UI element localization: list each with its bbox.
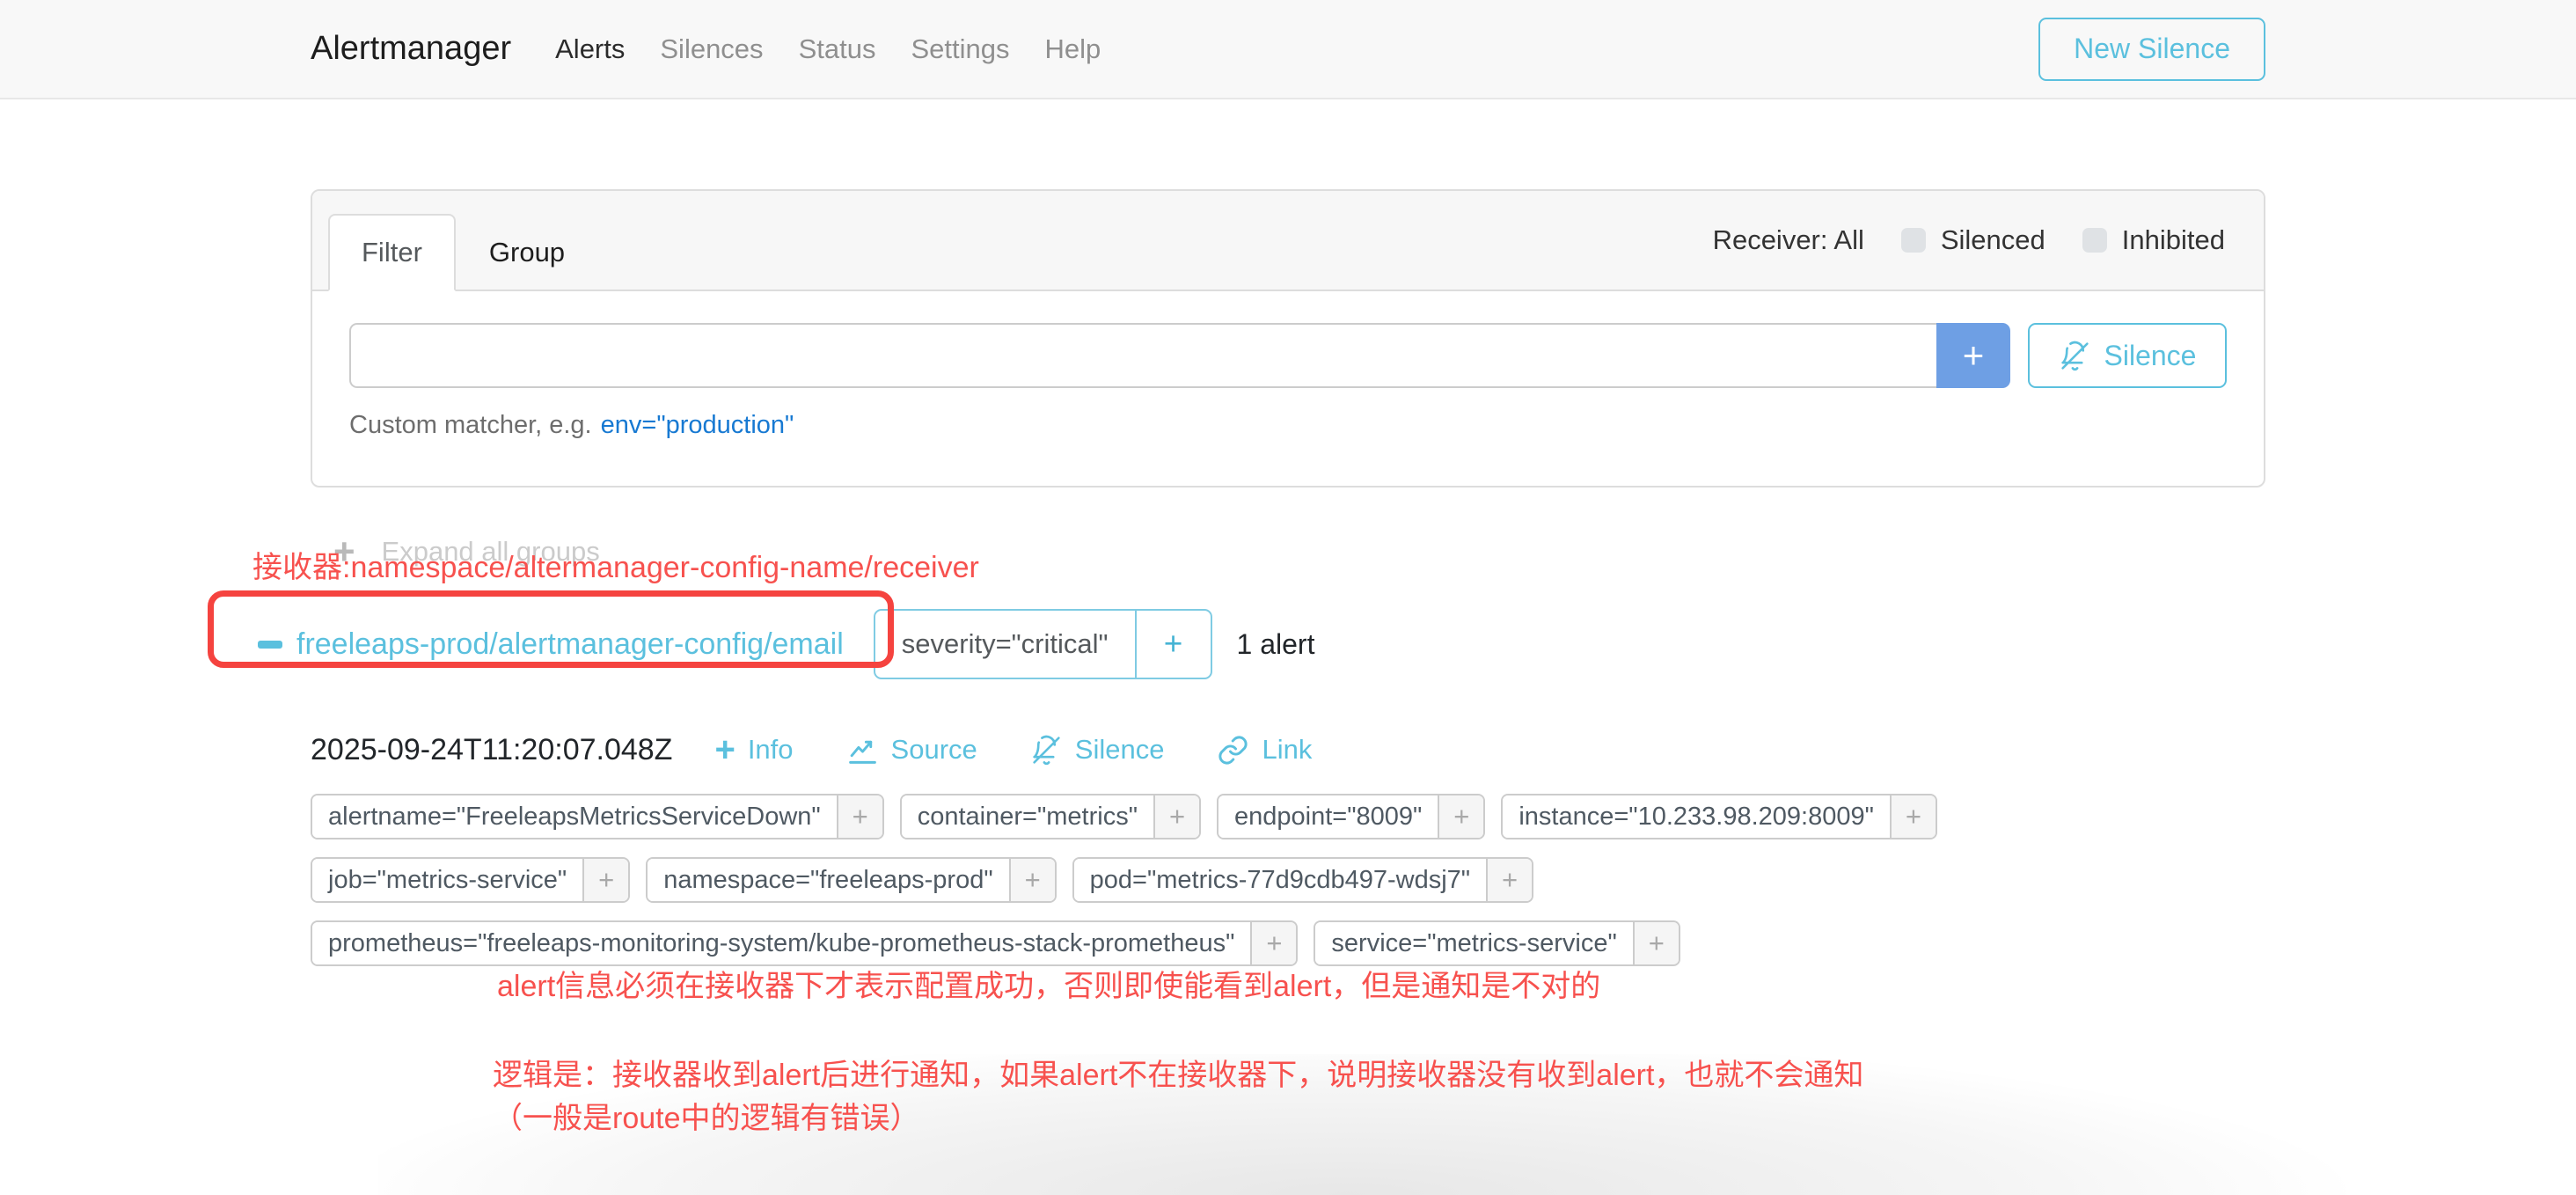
nav-item-status[interactable]: Status bbox=[799, 33, 876, 65]
group-matcher-add-button[interactable]: + bbox=[1135, 611, 1211, 678]
nav-item-alerts[interactable]: Alerts bbox=[555, 33, 625, 65]
inhibited-filter[interactable]: Inhibited bbox=[2082, 224, 2225, 256]
receiver-group-name: freeleaps-prod/alertmanager-config/email bbox=[296, 627, 844, 662]
label-tag-add-button[interactable]: + bbox=[1633, 922, 1679, 964]
new-silence-button[interactable]: New Silence bbox=[2038, 18, 2265, 81]
silenced-label: Silenced bbox=[1941, 224, 2045, 256]
annotation-receiver-note: 接收器:namespace/altermanager-config-name/r… bbox=[252, 543, 979, 586]
alert-link-button[interactable]: Link bbox=[1217, 734, 1312, 766]
label-tag-add-button[interactable]: + bbox=[1486, 859, 1532, 901]
label-tag-add-button[interactable]: + bbox=[1153, 795, 1199, 838]
group-matcher-button[interactable]: severity="critical" bbox=[875, 611, 1135, 678]
label-tag: namespace="freeleaps-prod" + bbox=[646, 857, 1056, 903]
bell-slash-icon bbox=[2059, 340, 2091, 372]
label-tag-button[interactable]: pod="metrics-77d9cdb497-wdsj7" bbox=[1074, 859, 1486, 901]
tab-group[interactable]: Group bbox=[456, 214, 598, 291]
main-nav: Alerts Silences Status Settings Help bbox=[555, 33, 1101, 65]
label-tag-button[interactable]: prometheus="freeleaps-monitoring-system/… bbox=[312, 922, 1250, 964]
nav-item-silences[interactable]: Silences bbox=[660, 33, 763, 65]
annotation-note1: alert信息必须在接收器下才表示配置成功，否则即使能看到alert，但是通知是… bbox=[497, 962, 1600, 1005]
label-tag: alertname="FreeleapsMetricsServiceDown" … bbox=[311, 794, 884, 839]
nav-item-help[interactable]: Help bbox=[1044, 33, 1101, 65]
app-brand[interactable]: Alertmanager bbox=[311, 30, 511, 68]
filter-header-options: Receiver: All Silenced Inhibited bbox=[1713, 224, 2225, 256]
label-tag-button[interactable]: instance="10.233.98.209:8009" bbox=[1503, 795, 1890, 838]
collapse-minus-icon bbox=[258, 641, 282, 649]
label-tag-button[interactable]: endpoint="8009" bbox=[1218, 795, 1438, 838]
matcher-input-group: + bbox=[349, 323, 2010, 388]
label-tag-button[interactable]: service="metrics-service" bbox=[1315, 922, 1632, 964]
label-tag-add-button[interactable]: + bbox=[1250, 922, 1296, 964]
label-tag-button[interactable]: alertname="FreeleapsMetricsServiceDown" bbox=[312, 795, 837, 838]
hint-text: Custom matcher, e.g. bbox=[349, 411, 592, 439]
alert-silence-button[interactable]: Silence bbox=[1030, 734, 1165, 766]
label-tag: instance="10.233.98.209:8009" + bbox=[1501, 794, 1937, 839]
alert-count: 1 alert bbox=[1237, 628, 1315, 661]
bell-slash-icon bbox=[1030, 734, 1063, 766]
alert-actions: + Info Source bbox=[714, 732, 1312, 767]
label-tag: service="metrics-service" + bbox=[1314, 920, 1680, 966]
annotation-note2-line1: 逻辑是：接收器收到alert后进行通知，如果alert不在接收器下，说明接收器没… bbox=[493, 1054, 1863, 1097]
annotation-note2-line2: （一般是route中的逻辑有错误） bbox=[493, 1097, 1863, 1140]
link-icon bbox=[1217, 734, 1249, 766]
alert-info-label: Info bbox=[748, 734, 794, 766]
chart-line-icon bbox=[846, 734, 879, 766]
alert-link-label: Link bbox=[1262, 734, 1312, 766]
filter-panel-body: + Silence Custom matcher, e.g. env="produ… bbox=[312, 291, 2264, 486]
group-matcher-chip: severity="critical" + bbox=[874, 609, 1212, 679]
label-tag: container="metrics" + bbox=[900, 794, 1201, 839]
label-tag-add-button[interactable]: + bbox=[1890, 795, 1936, 838]
label-tag: job="metrics-service" + bbox=[311, 857, 630, 903]
nav-item-settings[interactable]: Settings bbox=[911, 33, 1009, 65]
label-tag-button[interactable]: container="metrics" bbox=[902, 795, 1153, 838]
alert-silence-label: Silence bbox=[1075, 734, 1165, 766]
label-tag: endpoint="8009" + bbox=[1217, 794, 1485, 839]
alert-timestamp: 2025-09-24T11:20:07.048Z bbox=[311, 733, 672, 767]
label-tag: pod="metrics-77d9cdb497-wdsj7" + bbox=[1072, 857, 1533, 903]
label-tag-add-button[interactable]: + bbox=[1009, 859, 1055, 901]
label-tag-add-button[interactable]: + bbox=[837, 795, 882, 838]
receiver-group-toggle[interactable]: freeleaps-prod/alertmanager-config/email bbox=[258, 627, 844, 662]
alert-source-link[interactable]: Source bbox=[846, 734, 977, 766]
label-tag-add-button[interactable]: + bbox=[1438, 795, 1483, 838]
label-tag-button[interactable]: namespace="freeleaps-prod" bbox=[648, 859, 1008, 901]
alert-item: 2025-09-24T11:20:07.048Z + Info Source bbox=[311, 732, 2265, 966]
label-tag-add-button[interactable]: + bbox=[582, 859, 628, 901]
navbar: Alertmanager Alerts Silences Status Sett… bbox=[0, 0, 2576, 99]
alert-labels: alertname="FreeleapsMetricsServiceDown" … bbox=[311, 794, 2265, 966]
hint-example-link[interactable]: env="production" bbox=[601, 411, 794, 439]
custom-matcher-hint: Custom matcher, e.g. env="production" bbox=[349, 411, 2227, 440]
silenced-checkbox[interactable] bbox=[1901, 228, 1926, 253]
filter-tabs: Filter Group bbox=[328, 214, 598, 291]
receiver-filter-label[interactable]: Receiver: All bbox=[1713, 224, 1864, 256]
silenced-filter[interactable]: Silenced bbox=[1901, 224, 2045, 256]
label-tag-button[interactable]: job="metrics-service" bbox=[312, 859, 582, 901]
filter-panel-header: Filter Group Receiver: All Silenced Inhi… bbox=[312, 191, 2264, 291]
inhibited-label: Inhibited bbox=[2122, 224, 2225, 256]
annotation-note2: 逻辑是：接收器收到alert后进行通知，如果alert不在接收器下，说明接收器没… bbox=[493, 1054, 1863, 1140]
label-tag: prometheus="freeleaps-monitoring-system/… bbox=[311, 920, 1298, 966]
inhibited-checkbox[interactable] bbox=[2082, 228, 2107, 253]
receiver-group-row: freeleaps-prod/alertmanager-config/email… bbox=[258, 609, 2265, 679]
silence-filter-button[interactable]: Silence bbox=[2028, 323, 2227, 388]
silence-filter-label: Silence bbox=[2104, 340, 2197, 372]
alert-source-label: Source bbox=[891, 734, 977, 766]
tab-filter[interactable]: Filter bbox=[328, 214, 456, 291]
matcher-input[interactable] bbox=[349, 323, 1936, 388]
filter-panel: Filter Group Receiver: All Silenced Inhi… bbox=[311, 189, 2265, 488]
add-matcher-button[interactable]: + bbox=[1936, 323, 2010, 388]
alert-info-button[interactable]: + Info bbox=[714, 732, 793, 767]
plus-icon: + bbox=[714, 732, 735, 767]
